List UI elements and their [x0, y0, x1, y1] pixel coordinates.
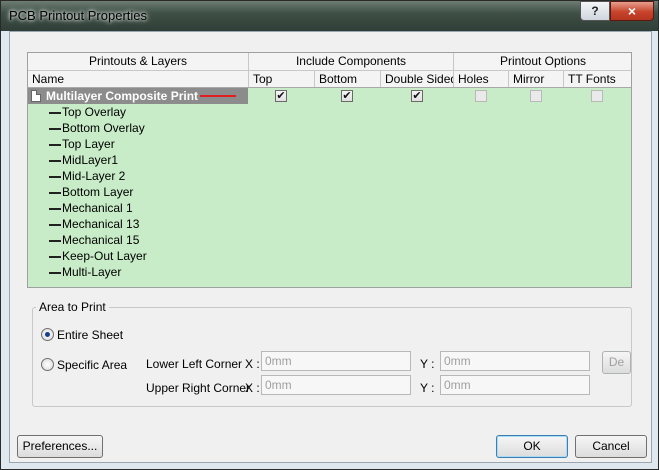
composite-row[interactable]: Multilayer Composite Print ✔ ✔ ✔ [28, 88, 631, 104]
lower-left-x-field[interactable]: 0mm [261, 351, 411, 371]
dialog-client: Printouts & Layers Include Components Pr… [9, 31, 652, 463]
upper-right-y-field[interactable]: 0mm [440, 375, 590, 395]
tree-line-icon [49, 144, 61, 146]
tree-line-icon [49, 224, 61, 226]
layer-label: Mechanical 15 [62, 233, 140, 247]
lower-left-y-label: Y : [420, 357, 435, 371]
top-checkbox[interactable]: ✔ [275, 90, 287, 102]
mirror-checkbox[interactable] [530, 90, 542, 102]
window-title: PCB Printout Properties [9, 8, 148, 23]
layer-row[interactable]: Multi-Layer [28, 264, 631, 280]
group-header-options: Printout Options [499, 54, 587, 68]
tree-line-icon [49, 208, 61, 210]
layer-label: Bottom Overlay [62, 121, 145, 135]
group-header-components: Include Components [249, 53, 454, 70]
area-to-print-title: Area to Print [36, 300, 109, 314]
dialog-window: PCB Printout Properties ? × Printouts & … [0, 0, 659, 470]
col-header-bottom[interactable]: Bottom [315, 71, 381, 87]
col-header-mirror[interactable]: Mirror [509, 71, 564, 87]
tree-line-icon [49, 240, 61, 242]
lower-left-label: Lower Left Corner [146, 357, 243, 371]
layer-row[interactable]: Mechanical 13 [28, 216, 631, 232]
tree-line-icon [49, 176, 61, 178]
tree-line-icon [49, 256, 61, 258]
layer-label: Top Layer [62, 137, 115, 151]
layer-row[interactable]: Mechanical 1 [28, 200, 631, 216]
tt-fonts-checkbox[interactable] [591, 90, 603, 102]
column-header-row: Name Top Bottom Double Sided Holes Mirro… [28, 71, 631, 88]
specific-area-label[interactable]: Specific Area [57, 358, 127, 372]
layer-row[interactable]: Top Overlay [28, 104, 631, 120]
document-icon [31, 90, 41, 102]
define-button[interactable]: De [602, 351, 631, 374]
composite-label: Multilayer Composite Print [46, 89, 199, 103]
entire-sheet-label[interactable]: Entire Sheet [57, 328, 123, 342]
composite-cell[interactable]: Multilayer Composite Print [28, 88, 248, 104]
holes-checkbox[interactable] [475, 90, 487, 102]
layer-row[interactable]: Mechanical 15 [28, 232, 631, 248]
double-sided-check-mark: ✔ [412, 90, 422, 102]
upper-right-y-label: Y : [420, 381, 435, 395]
layer-row[interactable]: Mid-Layer 2 [28, 168, 631, 184]
col-header-name[interactable]: Name [28, 71, 249, 87]
specific-area-radio[interactable] [41, 358, 54, 371]
layer-label: MidLayer1 [62, 153, 119, 167]
grid-body: Multilayer Composite Print ✔ ✔ ✔ Top Ove… [28, 88, 631, 288]
preferences-button[interactable]: Preferences... [17, 435, 103, 458]
upper-right-x-label: X : [245, 381, 260, 395]
col-header-holes[interactable]: Holes [454, 71, 509, 87]
ok-button[interactable]: OK [496, 435, 568, 458]
layer-label: Keep-Out Layer [62, 249, 147, 263]
group-header-row: Printouts & Layers Include Components Pr… [28, 53, 631, 71]
col-header-double-sided[interactable]: Double Sided [381, 71, 454, 87]
entire-sheet-radio[interactable] [41, 328, 54, 341]
layer-row[interactable]: MidLayer1 [28, 152, 631, 168]
bottom-checkbox[interactable]: ✔ [341, 90, 353, 102]
lower-left-y-field[interactable]: 0mm [440, 351, 590, 371]
layer-label: Mechanical 13 [62, 217, 140, 231]
double-sided-checkbox[interactable]: ✔ [411, 90, 423, 102]
tree-line-icon [49, 272, 61, 274]
cancel-button[interactable]: Cancel [575, 435, 647, 458]
printout-grid[interactable]: Printouts & Layers Include Components Pr… [27, 52, 632, 288]
layer-row[interactable]: Keep-Out Layer [28, 248, 631, 264]
tree-line-icon [49, 160, 61, 162]
lower-left-x-label: X : [245, 357, 260, 371]
group-header-printouts: Printouts & Layers [28, 53, 249, 70]
top-check-mark: ✔ [276, 90, 286, 102]
tree-line-icon [49, 192, 61, 194]
layer-label: Bottom Layer [62, 185, 134, 199]
upper-right-label: Upper Right Corner [146, 381, 251, 395]
title-bar: PCB Printout Properties ? × [1, 1, 658, 31]
layer-label: Multi-Layer [62, 265, 122, 279]
tree-line-icon [49, 128, 61, 130]
col-header-tt-fonts[interactable]: TT Fonts [564, 71, 632, 87]
layer-row[interactable]: Top Layer [28, 136, 631, 152]
layer-label: Mechanical 1 [62, 201, 133, 215]
close-button[interactable]: × [610, 1, 654, 21]
tree-line-icon [49, 112, 61, 114]
layer-row[interactable]: Bottom Layer [28, 184, 631, 200]
help-button[interactable]: ? [580, 1, 610, 21]
upper-right-x-field[interactable]: 0mm [261, 375, 411, 395]
col-header-top[interactable]: Top [249, 71, 315, 87]
layer-label: Top Overlay [62, 105, 127, 119]
red-underline-mark [200, 95, 236, 97]
layer-row[interactable]: Bottom Overlay [28, 120, 631, 136]
bottom-check-mark: ✔ [342, 90, 352, 102]
layer-label: Mid-Layer 2 [62, 169, 126, 183]
